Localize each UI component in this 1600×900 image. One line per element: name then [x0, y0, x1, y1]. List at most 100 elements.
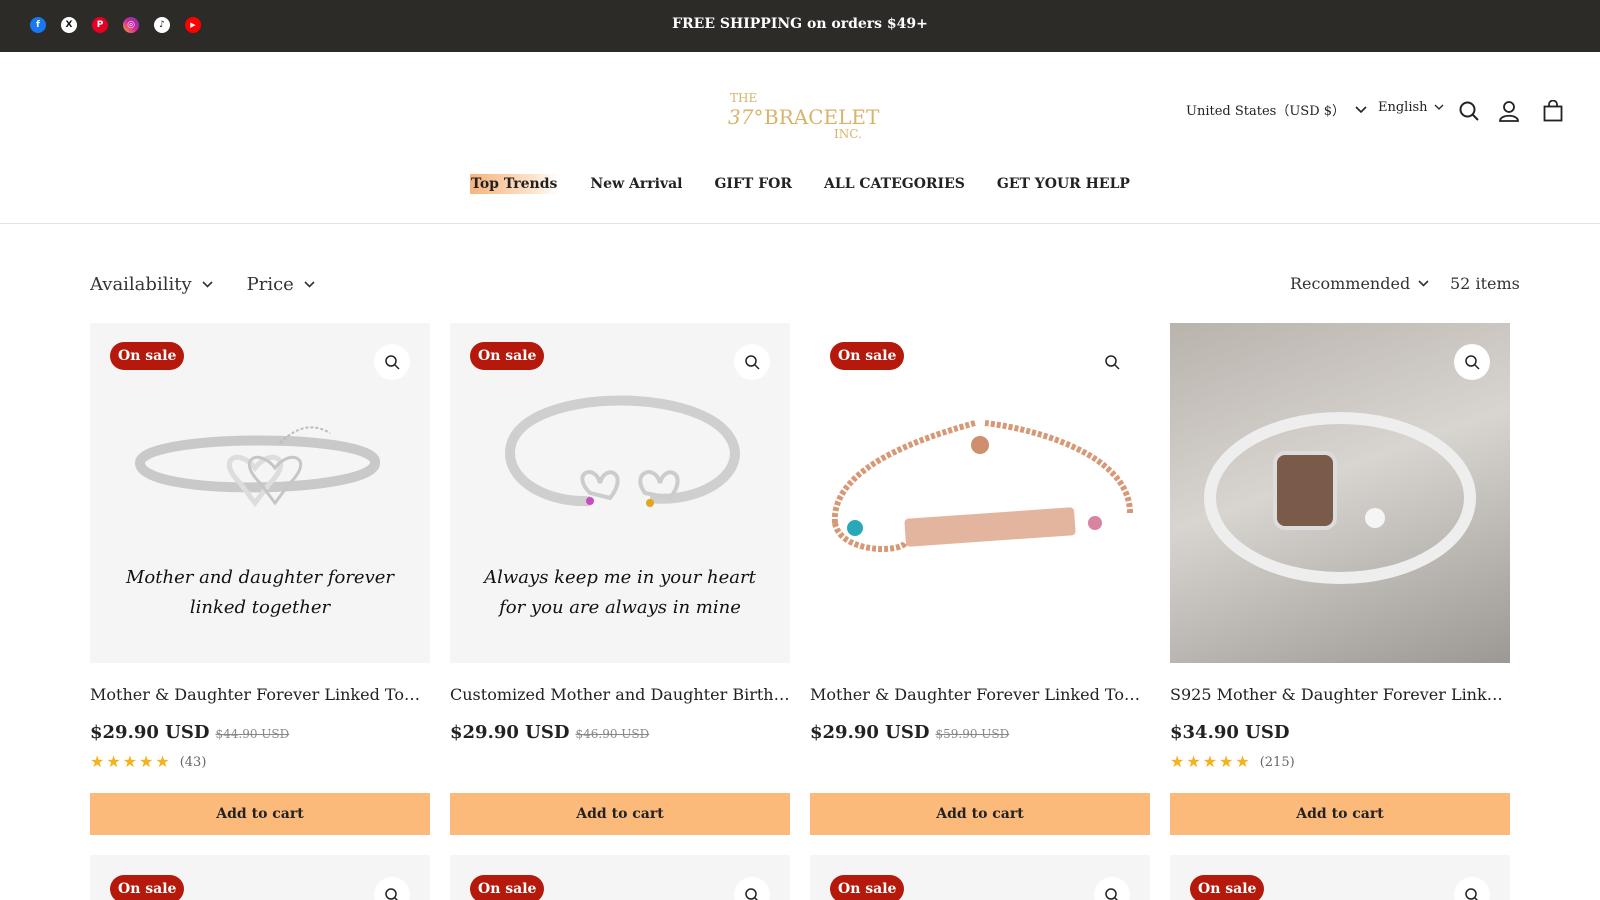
- image-caption-line1: Always keep me in your heart: [484, 567, 756, 588]
- quick-view-button[interactable]: [1094, 877, 1130, 900]
- main-navigation: Top Trends New Arrival GIFT FOR ALL CATE…: [0, 174, 1600, 194]
- country-selector[interactable]: United States（USD $）: [1186, 100, 1367, 119]
- star-icon: ★: [139, 752, 154, 771]
- product-card[interactable]: On sale: [90, 855, 430, 900]
- zoom-icon: [1465, 355, 1480, 370]
- sale-badge: On sale: [110, 875, 185, 900]
- star-icon: ★: [1170, 752, 1185, 771]
- add-to-cart-button[interactable]: Add to cart: [1170, 793, 1510, 835]
- product-title[interactable]: S925 Mother & Daughter Forever Linked Ph…: [1170, 685, 1510, 704]
- chevron-down-icon: [304, 281, 315, 288]
- add-to-cart-button[interactable]: Add to cart: [810, 793, 1150, 835]
- svg-text:INC.: INC.: [834, 127, 862, 141]
- site-header: THE 37° BRACELET INC. United States（USD …: [0, 52, 1600, 224]
- add-to-cart-button[interactable]: Add to cart: [450, 793, 790, 835]
- product-rating: ★ ★ ★ ★ ★ (215): [1170, 753, 1510, 771]
- quick-view-button[interactable]: [1094, 344, 1130, 380]
- compare-price: $59.90 USD: [935, 727, 1010, 741]
- zoom-icon: [1105, 888, 1119, 900]
- sale-badge: On sale: [470, 875, 545, 900]
- nav-top-trends[interactable]: Top Trends: [470, 174, 559, 194]
- image-caption-line2: linked together: [189, 597, 331, 618]
- product-card[interactable]: On sale Mother & Daughter Forever Linked…: [810, 323, 1150, 835]
- item-count: 52 items: [1450, 274, 1520, 293]
- product-price: $29.90 USD: [450, 722, 570, 743]
- sale-badge: On sale: [110, 342, 185, 370]
- add-to-cart-button[interactable]: Add to cart: [90, 793, 430, 835]
- quick-view-button[interactable]: [374, 344, 410, 380]
- nav-get-your-help[interactable]: GET YOUR HELP: [997, 174, 1130, 194]
- sale-badge: On sale: [830, 342, 905, 370]
- sale-badge: On sale: [830, 875, 905, 900]
- product-title[interactable]: Mother & Daughter Forever Linked Togethe…: [810, 685, 1150, 704]
- quick-view-button[interactable]: [734, 877, 770, 900]
- cart-icon[interactable]: [1542, 100, 1564, 122]
- nav-all-categories[interactable]: ALL CATEGORIES: [824, 174, 965, 194]
- star-icon: ★: [122, 752, 138, 771]
- chevron-down-icon: [1434, 104, 1444, 110]
- quick-view-button[interactable]: [1454, 344, 1490, 380]
- compare-price: $46.90 USD: [575, 727, 650, 741]
- availability-filter[interactable]: Availability: [90, 274, 213, 295]
- product-image[interactable]: Always keep me in your heart for you are…: [450, 323, 790, 663]
- product-card[interactable]: On sale: [810, 855, 1150, 900]
- star-icon: ★: [106, 752, 121, 771]
- zoom-icon: [385, 888, 399, 900]
- account-icon[interactable]: [1498, 100, 1520, 122]
- product-card[interactable]: S925 Mother & Daughter Forever Linked Ph…: [1170, 323, 1510, 835]
- language-selector[interactable]: English: [1378, 100, 1444, 115]
- product-image[interactable]: On sale: [810, 323, 1150, 663]
- product-image[interactable]: On sale: [1170, 855, 1510, 900]
- chevron-down-icon: [1355, 105, 1367, 113]
- product-image[interactable]: [1170, 323, 1510, 663]
- quick-view-button[interactable]: [1454, 877, 1490, 900]
- star-icon: ★: [155, 752, 170, 771]
- review-count: (215): [1259, 754, 1295, 770]
- price-label: Price: [246, 274, 294, 295]
- zoom-icon: [745, 888, 759, 900]
- sort-label: Recommended: [1290, 274, 1411, 293]
- star-icon: ★: [1202, 752, 1218, 771]
- product-image[interactable]: On sale: [450, 855, 790, 900]
- product-image[interactable]: On sale: [90, 855, 430, 900]
- product-rating: [810, 753, 1150, 771]
- store-logo[interactable]: THE 37° BRACELET INC.: [720, 86, 880, 142]
- star-icon: ★: [90, 752, 105, 771]
- product-card[interactable]: Always keep me in your heart for you are…: [450, 323, 790, 835]
- zoom-icon: [385, 355, 400, 370]
- product-price: $29.90 USD: [810, 722, 930, 743]
- chevron-down-icon: [202, 281, 213, 288]
- product-card[interactable]: Mother and daughter forever linked toget…: [90, 323, 430, 835]
- availability-label: Availability: [90, 274, 192, 295]
- price-filter[interactable]: Price: [247, 274, 315, 295]
- star-icon: ★: [1219, 752, 1234, 771]
- product-rating: [450, 753, 790, 771]
- nav-gift-for[interactable]: GIFT FOR: [714, 174, 792, 194]
- sale-badge: On sale: [1190, 875, 1265, 900]
- country-label: United States（USD $）: [1186, 104, 1346, 119]
- quick-view-button[interactable]: [374, 877, 410, 900]
- product-card[interactable]: On sale: [1170, 855, 1510, 900]
- svg-text:BRACELET: BRACELET: [764, 105, 880, 129]
- nav-new-arrival[interactable]: New Arrival: [590, 174, 682, 194]
- image-caption-line1: Mother and daughter forever: [126, 567, 394, 588]
- svg-text:THE: THE: [730, 91, 757, 105]
- star-icon: ★: [1186, 752, 1201, 771]
- product-card[interactable]: On sale: [450, 855, 790, 900]
- product-image[interactable]: Mother and daughter forever linked toget…: [90, 323, 430, 663]
- zoom-icon: [1105, 355, 1120, 370]
- product-title[interactable]: Mother & Daughter Forever Linked Togethe…: [90, 685, 430, 704]
- sale-badge: On sale: [470, 342, 545, 370]
- chevron-down-icon: [1418, 280, 1429, 287]
- announcement-bar: f X P ◎ ♪ ▶ FREE SHIPPING on orders $49+: [0, 0, 1600, 52]
- language-label: English: [1378, 100, 1428, 115]
- compare-price: $44.90 USD: [215, 727, 290, 741]
- search-icon[interactable]: [1458, 100, 1480, 122]
- product-price: $34.90 USD: [1170, 722, 1290, 743]
- star-icon: ★: [1235, 752, 1250, 771]
- sort-dropdown[interactable]: Recommended: [1290, 274, 1429, 293]
- quick-view-button[interactable]: [734, 344, 770, 380]
- product-image[interactable]: On sale: [810, 855, 1150, 900]
- product-title[interactable]: Customized Mother and Daughter Birthston…: [450, 685, 790, 704]
- zoom-icon: [745, 355, 760, 370]
